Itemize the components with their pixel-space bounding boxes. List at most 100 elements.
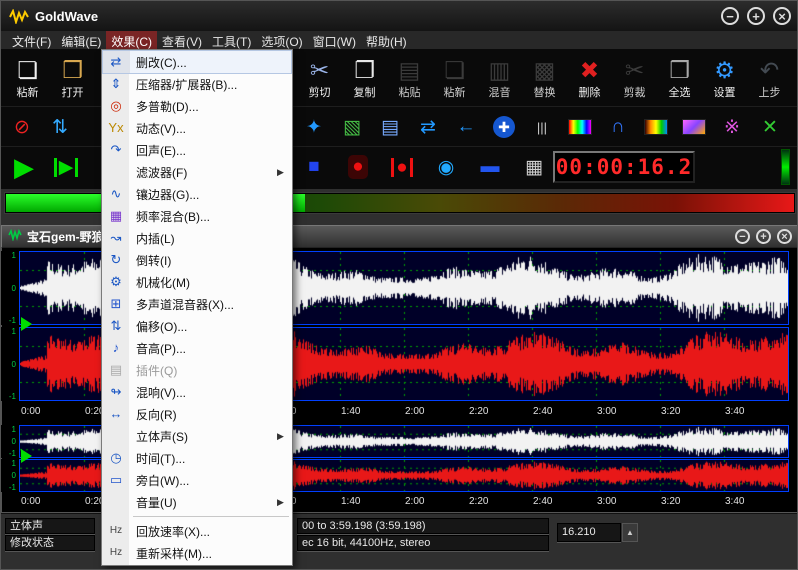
menubar-item-label: 文件(F) — [12, 35, 51, 49]
menu-item-label: 内插(L) — [129, 230, 277, 247]
channel-split-icon[interactable]: ※ — [717, 112, 747, 142]
replace-button[interactable]: ▩ 替换 — [522, 51, 567, 105]
paste-new-button[interactable]: ❏ 粘新 — [5, 51, 50, 105]
toolbar-button-label: 剪裁 — [624, 84, 646, 100]
monitor-button[interactable]: ◉ — [431, 152, 461, 182]
effects-menu-item[interactable]: ⚙ 机械化(M) — [103, 271, 291, 293]
menubar-item[interactable]: 查看(V) — [157, 31, 207, 49]
stop-button[interactable]: ■ — [299, 152, 329, 182]
overview-playback-marker[interactable] — [21, 449, 32, 463]
open-button[interactable]: ❒ 打开 — [50, 51, 95, 105]
menu-item-label: 频率混合(B)... — [129, 208, 277, 225]
effects-menu-item[interactable]: ⊞ 多声道混音器(X)... — [103, 293, 291, 315]
effects-menu-item[interactable]: 立体声(S) ▶ — [103, 425, 291, 447]
editor-close-button[interactable]: × — [777, 229, 792, 244]
toolbar-button-icon: ❒ — [669, 57, 690, 83]
effects-menu-item[interactable]: Hz 回放速率(X)... — [103, 520, 291, 542]
submenu-arrow-icon: ▶ — [277, 497, 291, 508]
toolbar-button-label: 全选 — [669, 84, 691, 100]
effects-menu-item[interactable]: ⇅ 偏移(O)... — [103, 315, 291, 337]
marker-icon[interactable]: ✕ — [755, 112, 785, 142]
paste-new-window-button[interactable]: ❏ 粘新 — [432, 51, 477, 105]
effects-menu-item[interactable]: ▤ 插件(Q) — [103, 359, 291, 381]
doppler-tool-icon[interactable]: ✦ — [299, 112, 329, 142]
toolbar-button-icon: ↶ — [760, 57, 779, 83]
amplitude-label: -1 — [9, 449, 16, 458]
effects-menu-item[interactable]: ▭ 旁白(W)... — [103, 469, 291, 491]
menu-item-label: 立体声(S) — [129, 428, 277, 445]
effects-menu-item[interactable]: ↔ 反向(R) — [103, 403, 291, 425]
position-value-field[interactable]: 16.210 — [557, 523, 621, 542]
disable-effects-icon[interactable]: ⊘ — [7, 112, 37, 142]
cut-button[interactable]: ✂ 剪切 — [297, 51, 342, 105]
device-button[interactable]: ▬ — [475, 152, 505, 182]
channel-mode-field[interactable]: 立体声 — [5, 518, 95, 534]
properties-grid-button[interactable]: ▦ — [519, 152, 549, 182]
media-image-icon[interactable]: ▧ — [337, 112, 367, 142]
effects-menu-item[interactable]: ∿ 镶边器(G)... — [103, 183, 291, 205]
playlist-icon[interactable]: ▤ — [375, 112, 405, 142]
play-selection-button[interactable]: ▶ — [51, 152, 81, 182]
effects-menu-item[interactable]: ↬ 混响(V)... — [103, 381, 291, 403]
menubar-item[interactable]: 文件(F) — [7, 31, 56, 49]
settings-button[interactable]: ⚙ 设置 — [702, 51, 747, 105]
effects-menu-item[interactable]: ⇕ 压缩器/扩展器(B)... — [103, 73, 291, 95]
trim-button[interactable]: ✂ 剪裁 — [612, 51, 657, 105]
amplitude-label: 0 — [12, 471, 16, 480]
minimize-button[interactable]: − — [721, 7, 739, 25]
menubar-item-label: 帮助(H) — [366, 35, 407, 49]
format-info-field: ec 16 bit, 44100Hz, stereo — [297, 535, 549, 551]
position-spinner-button[interactable]: ▲ — [622, 523, 638, 542]
overview-scale-right: 10-1 — [1, 459, 18, 492]
mix-button[interactable]: ▥ 混音 — [477, 51, 522, 105]
menubar-item[interactable]: 编辑(E) — [56, 31, 106, 49]
record-selection-button[interactable]: ● — [387, 152, 417, 182]
titlebar[interactable]: GoldWave − + × — [1, 1, 798, 31]
menubar-item[interactable]: 效果(C) — [106, 31, 157, 49]
menubar-item[interactable]: 工具(T) — [207, 31, 256, 49]
effects-menu-item[interactable]: ⇄ 删改(C)... — [103, 51, 291, 73]
effects-menu-item[interactable]: ▦ 频率混合(B)... — [103, 205, 291, 227]
pan-control-icon[interactable]: ✚ — [489, 112, 519, 142]
equalizer-icon[interactable]: ||| — [527, 112, 557, 142]
swap-channels-icon[interactable]: ⇄ — [413, 112, 443, 142]
menu-item-label: 混响(V)... — [129, 384, 277, 401]
copy-button[interactable]: ❐ 复制 — [342, 51, 387, 105]
effects-menu-item[interactable]: Hz 重新采样(M)... — [103, 542, 291, 564]
effects-menu-item[interactable]: ↻ 倒转(I) — [103, 249, 291, 271]
paste-button[interactable]: ▤ 粘贴 — [387, 51, 432, 105]
swap-arrows-icon: ⇄ — [103, 51, 129, 73]
previous-effect-icon[interactable]: ← — [451, 112, 481, 142]
editor-maximize-button[interactable]: + — [756, 229, 771, 244]
play-button[interactable]: ▶ — [9, 152, 39, 182]
menubar-item[interactable]: 窗口(W) — [308, 31, 361, 49]
spectrum-filter-icon[interactable] — [641, 112, 671, 142]
select-all-button[interactable]: ❒ 全选 — [657, 51, 702, 105]
effects-menu-item[interactable]: ↷ 回声(E)... — [103, 139, 291, 161]
editor-minimize-button[interactable]: − — [735, 229, 750, 244]
menubar-item[interactable]: 选项(O) — [256, 31, 307, 49]
undo-step-button[interactable]: ↶ 上步 — [747, 51, 792, 105]
effects-menu-item[interactable]: 滤波器(F) ▶ — [103, 161, 291, 183]
hall-reverb-icon[interactable]: ∩ — [603, 112, 633, 142]
close-button[interactable]: × — [773, 7, 791, 25]
menu-item-label: 旁白(W)... — [129, 472, 277, 489]
move-selection-icon[interactable]: ⇅ — [45, 112, 75, 142]
effects-menu-item[interactable]: 音量(U) ▶ — [103, 491, 291, 513]
maximize-button[interactable]: + — [747, 7, 765, 25]
menu-item-label: 反向(R) — [129, 406, 277, 423]
delete-button[interactable]: ✖ 删除 — [567, 51, 612, 105]
time-warp-icon: ◷ — [103, 447, 129, 469]
effects-menu-item[interactable]: ♪ 音高(P)... — [103, 337, 291, 359]
noise-reduction-icon[interactable] — [679, 112, 709, 142]
playback-marker[interactable] — [21, 317, 32, 331]
toolbar-button-label: 粘新 — [444, 84, 466, 100]
effects-menu-item[interactable]: ↝ 内插(L) — [103, 227, 291, 249]
menubar-item[interactable]: 帮助(H) — [361, 31, 412, 49]
rainbow-filter-icon[interactable] — [565, 112, 595, 142]
effects-menu-item[interactable]: Yx 动态(V)... — [103, 117, 291, 139]
effects-menu-item[interactable]: ◷ 时间(T)... — [103, 447, 291, 469]
record-button[interactable]: ● — [343, 152, 373, 182]
menu-item-label: 插件(Q) — [129, 362, 277, 379]
effects-menu-item[interactable]: ◎ 多普勒(D)... — [103, 95, 291, 117]
